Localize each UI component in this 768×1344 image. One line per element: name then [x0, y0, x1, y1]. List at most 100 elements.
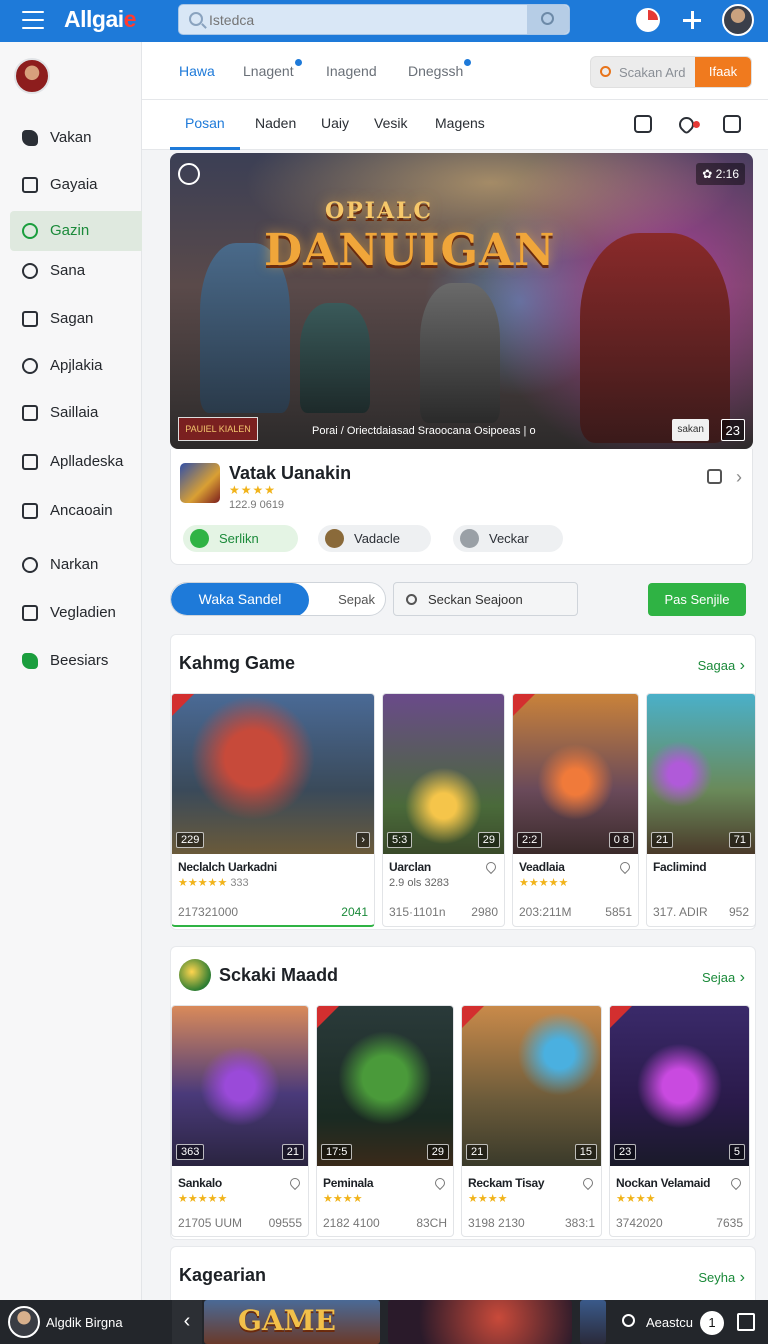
tab-naden[interactable]: Naden	[255, 115, 296, 131]
sidebar-item-aplladeska[interactable]: Aplladeska	[10, 442, 142, 482]
sidebar-item-sagan[interactable]: Sagan	[10, 299, 142, 339]
filter-search[interactable]: Seckan Seajoon	[393, 582, 578, 616]
app-logo[interactable]: Allgaie	[64, 6, 136, 33]
global-search[interactable]	[178, 4, 570, 35]
game-card[interactable]: 5:3 29 Uarclan 2.9 ols 3283 315·1101n 29…	[382, 693, 505, 927]
sidebar-item-gazin[interactable]: Gazin	[10, 211, 142, 251]
featured-strip-item[interactable]	[580, 1300, 606, 1344]
add-icon[interactable]	[680, 8, 704, 32]
game-card-stat: 315·1101n	[389, 905, 446, 919]
user-name[interactable]: Algdik Birgna	[46, 1315, 123, 1330]
count-badge[interactable]: 1	[700, 1311, 724, 1335]
subnav-search-button[interactable]: Ifaak	[695, 57, 751, 87]
sidebar-item-label: Apjlakia	[50, 357, 103, 374]
game-title[interactable]: Vatak Uanakin	[229, 463, 351, 484]
sidebar-item-label: Aplladeska	[50, 453, 124, 470]
crop-icon[interactable]	[634, 115, 652, 133]
hamburger-menu-icon[interactable]	[22, 11, 44, 29]
game-card-title: Veadlaia	[519, 860, 565, 874]
user-avatar[interactable]	[722, 4, 754, 36]
tag-pill-veckar[interactable]: Veckar	[453, 525, 563, 552]
chevron-left-icon[interactable]: ‹	[172, 1300, 202, 1344]
card-badge: 15	[574, 1144, 597, 1160]
sidebar-item-gayaia[interactable]: Gayaia	[10, 165, 142, 205]
calendar-icon	[22, 503, 38, 519]
sidebar-item-apjlakia[interactable]: Apjlakia	[10, 346, 142, 386]
action-button[interactable]: Pas Senjile	[648, 583, 746, 616]
grid-icon[interactable]	[723, 115, 741, 133]
tab-bar: Posan Naden Uaiy Vesik Magens	[142, 100, 768, 150]
search-icon	[600, 66, 611, 77]
sidebar-avatar[interactable]	[14, 58, 50, 94]
heart-icon[interactable]	[728, 1175, 744, 1191]
game-card-rating: ★★★★	[468, 1193, 508, 1205]
segment-option[interactable]: Sepak	[338, 592, 375, 607]
heart-icon[interactable]	[483, 859, 499, 875]
heart-icon[interactable]	[287, 1175, 303, 1191]
tab-uaiy[interactable]: Uaiy	[321, 115, 349, 131]
expand-icon[interactable]	[737, 1313, 755, 1331]
tab-vesik[interactable]: Vesik	[374, 115, 407, 131]
game-card[interactable]: 2:2 0 8 Veadlaia ★★★★★ 203:211M 5851	[512, 693, 639, 927]
sidebar-item-label: Sagan	[50, 310, 94, 327]
featured-strip-item[interactable]	[388, 1300, 572, 1344]
info-icon[interactable]	[178, 163, 200, 185]
hero-page-number[interactable]: 23	[720, 419, 745, 441]
card-badge: 17:5	[321, 1144, 353, 1160]
heart-icon[interactable]	[617, 859, 633, 875]
tag-pill-serlikn[interactable]: Serlikn	[183, 525, 298, 552]
card-next-icon[interactable]: ›	[356, 832, 370, 848]
game-card[interactable]: 17:5 29 Peminala ★★★★ 2182 4100 83CH	[316, 1005, 454, 1237]
hero-banner[interactable]: OPIALC DANUIGAN ✿ 2:16 PAUIEL KIALEN Pora…	[170, 153, 753, 449]
game-card-title: Uarclan	[389, 860, 431, 874]
bag-icon	[22, 177, 38, 193]
game-card-stat: 09555	[268, 1216, 302, 1230]
tab-magens[interactable]: Magens	[435, 115, 485, 131]
game-card-rating: ★★★★	[616, 1193, 656, 1205]
sidebar-item-sana[interactable]: Sana	[10, 251, 142, 291]
sidebar-item-ancaoain[interactable]: Ancaoain	[10, 491, 142, 531]
subnav-link-lnagent[interactable]: Lnagent	[243, 59, 302, 79]
section-see-more-link[interactable]: Sejaa	[702, 969, 745, 987]
card-badge: 71	[728, 832, 751, 848]
game-card-image	[172, 694, 374, 854]
share-icon[interactable]	[707, 469, 722, 484]
hero-top-badge[interactable]: ✿ 2:16	[696, 163, 745, 185]
chevron-right-icon[interactable]: ›	[736, 467, 742, 488]
game-card[interactable]: 23 5 Nockan Velamaid ★★★★ 3742020 7635	[609, 1005, 750, 1237]
search-icon	[189, 12, 203, 26]
sidebar-item-narkan[interactable]: Narkan	[10, 545, 142, 585]
sidebar-item-saillaia[interactable]: Saillaia	[10, 393, 142, 433]
sidebar-item-label: Vakan	[50, 129, 92, 146]
game-card-title: Reckam Tisay	[468, 1176, 545, 1190]
game-card[interactable]: 21 71 Faclimind 317. ADIR 952	[646, 693, 756, 927]
pie-chart-icon[interactable]	[636, 8, 660, 32]
heart-icon[interactable]	[432, 1175, 448, 1191]
user-avatar[interactable]	[8, 1306, 40, 1338]
game-card[interactable]: 229 › Neclalch Uarkadni ★★★★★ 333 2173210…	[171, 693, 375, 927]
tab-posan[interactable]: Posan	[185, 115, 225, 131]
gamepad-icon	[22, 130, 38, 146]
favorite-icon[interactable]	[675, 113, 702, 136]
sidebar: Vakan Gayaia Gazin Sana Sagan Apjlakia S…	[0, 42, 142, 1300]
sidebar-item-vakan[interactable]: Vakan	[10, 118, 142, 158]
subnav-search[interactable]: Scakan Ard Ifaak	[590, 56, 752, 88]
segment-option-active[interactable]: Waka Sandel	[171, 583, 309, 615]
subnav-link-hawa[interactable]: Hawa	[179, 63, 215, 79]
search-input[interactable]	[209, 5, 519, 34]
subnav-link-inagend[interactable]: Inagend	[326, 63, 377, 79]
section-see-more-link[interactable]: Seyha	[698, 1269, 745, 1287]
hero-thumbnail[interactable]: PAUIEL KIALEN	[178, 417, 258, 441]
game-card-title: Sankalo	[178, 1176, 222, 1190]
section-see-more-link[interactable]: Sagaa	[698, 657, 745, 675]
game-avatar[interactable]	[180, 463, 220, 503]
hero-character-art	[420, 283, 500, 423]
tag-pill-vadacle[interactable]: Vadacle	[318, 525, 431, 552]
game-card[interactable]: 363 21 Sankalo ★★★★★ 21705 UUM 09555	[171, 1005, 309, 1237]
game-card[interactable]: 21 15 Reckam Tisay ★★★★ 3198 2130 383:1	[461, 1005, 602, 1237]
sidebar-item-beesiars[interactable]: Beesiars	[10, 641, 142, 681]
subnav-link-dnegssh[interactable]: Dnegssh	[408, 59, 472, 79]
search-button[interactable]	[527, 5, 569, 34]
sidebar-item-vegladien[interactable]: Vegladien	[10, 593, 142, 633]
heart-icon[interactable]	[580, 1175, 596, 1191]
